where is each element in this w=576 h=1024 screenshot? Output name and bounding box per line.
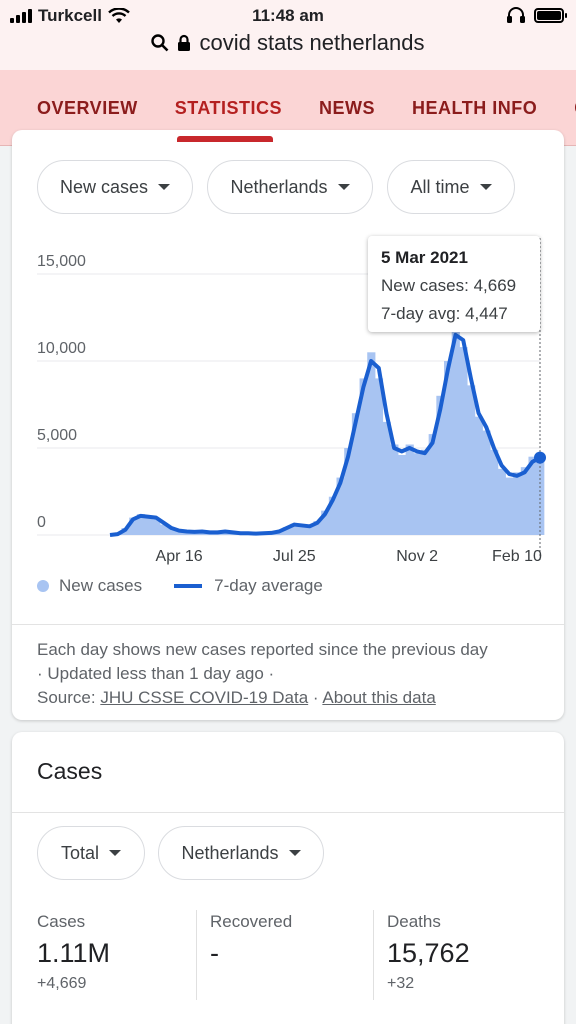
region-filter[interactable]: Netherlands [207, 160, 373, 214]
stat-deaths: Deaths 15,762 +32 [387, 912, 470, 993]
tab-health-info[interactable]: HEALTH INFO [412, 98, 537, 119]
chart-legend: New cases 7-day average [37, 576, 323, 596]
bar [520, 467, 529, 535]
chevron-down-icon [158, 184, 171, 190]
stat-delta: +4,669 [37, 975, 87, 992]
lock-icon [178, 34, 191, 51]
headphones-icon [507, 7, 525, 23]
bar [397, 454, 407, 535]
stat-label: Cases [37, 912, 86, 931]
tab-overview[interactable]: OVERVIEW [37, 98, 138, 119]
y-tick-label: 15,000 [37, 253, 86, 270]
bar [420, 449, 430, 535]
chevron-down-icon [288, 850, 301, 856]
bar [367, 352, 376, 535]
stat-value: - [210, 938, 219, 968]
stat-separator [196, 910, 197, 1000]
legend-bars-swatch [37, 580, 49, 592]
range-filter[interactable]: All time [387, 160, 515, 214]
x-tick-label: Nov 2 [396, 548, 438, 565]
battery-icon [534, 7, 567, 23]
tooltip-new-cases: New cases: 4,669 [381, 276, 517, 295]
metric-filter-label: New cases [59, 176, 149, 197]
bar [405, 444, 414, 535]
y-tick-label: 10,000 [37, 340, 86, 357]
bar [451, 326, 460, 535]
chevron-down-icon [479, 184, 492, 190]
legend-line-label: 7-day average [214, 576, 323, 595]
chevron-down-icon [109, 850, 122, 856]
cases-region-filter-label: Netherlands [181, 842, 279, 863]
active-tab-indicator [177, 136, 273, 142]
tab-news[interactable]: NEWS [319, 98, 375, 119]
stat-delta: +32 [387, 975, 415, 992]
bar [413, 453, 422, 535]
stat-value: 15,762 [387, 938, 470, 968]
bar [505, 477, 514, 535]
about-data-link[interactable]: About this data [322, 688, 435, 707]
url-query: covid stats netherlands [199, 30, 425, 55]
cases-card: Cases Total Netherlands Cases 1.11M +4,6… [12, 732, 564, 1024]
bar [490, 449, 499, 535]
stat-separator [373, 910, 374, 1000]
divider [12, 812, 564, 813]
source-link[interactable]: JHU CSSE COVID-19 Data [100, 688, 308, 707]
bar [374, 378, 384, 535]
stat-cases: Cases 1.11M +4,669 [37, 912, 110, 993]
source-label: Source: [37, 688, 96, 707]
x-tick-label: Feb 10 [492, 548, 542, 565]
chevron-down-icon [337, 184, 350, 190]
region-filter-label: Netherlands [230, 176, 328, 197]
cases-region-filter[interactable]: Netherlands [158, 826, 324, 880]
bar [390, 444, 399, 535]
search-icon [151, 34, 169, 52]
range-filter-label: All time [410, 176, 470, 197]
hover-point [534, 451, 546, 464]
tab-statistics[interactable]: STATISTICS [175, 98, 282, 119]
stat-value: 1.11M [37, 938, 111, 968]
updated-text: · Updated less than 1 day ago · [37, 664, 275, 683]
mode-filter[interactable]: Total [37, 826, 145, 880]
tooltip-average: 7-day avg: 4,447 [381, 304, 508, 323]
statistics-card: New cases Netherlands All time 0 5,000 10,… [12, 130, 564, 720]
bar [382, 421, 391, 535]
bar [482, 430, 491, 535]
legend-bars-label: New cases [59, 576, 143, 595]
legend-line-swatch [174, 584, 203, 588]
y-tick-label: 5,000 [37, 427, 77, 444]
bar [513, 472, 522, 535]
x-tick-label: Jul 25 [273, 548, 316, 565]
footnote-text: Each day shows new cases reported since … [37, 640, 488, 659]
stat-recovered: Recovered - [210, 912, 292, 975]
bar [474, 416, 483, 535]
bar [459, 347, 468, 535]
status-bar: Turkcell 11:48 am [0, 0, 576, 32]
bar [467, 385, 476, 535]
clock: 11:48 am [252, 6, 324, 25]
address-bar[interactable]: covid stats netherlands [0, 30, 576, 56]
tooltip-date: 5 Mar 2021 [381, 248, 468, 267]
browser-top: Turkcell 11:48 am covid stats netherland… [0, 0, 576, 70]
y-tick-label: 0 [37, 514, 46, 531]
cases-card-title: Cases [37, 758, 103, 784]
metric-filter[interactable]: New cases [37, 160, 193, 214]
bar [144, 517, 153, 535]
stat-label: Deaths [387, 912, 441, 931]
chart-footnote: Each day shows new cases reported since … [37, 638, 537, 710]
x-tick-label: Apr 16 [156, 548, 203, 565]
bar [497, 468, 506, 535]
divider [12, 624, 564, 625]
mode-filter-label: Total [60, 842, 100, 863]
chart-tooltip: 5 Mar 2021 New cases: 4,669 7-day avg: 4… [368, 236, 540, 332]
stat-label: Recovered [210, 912, 293, 931]
